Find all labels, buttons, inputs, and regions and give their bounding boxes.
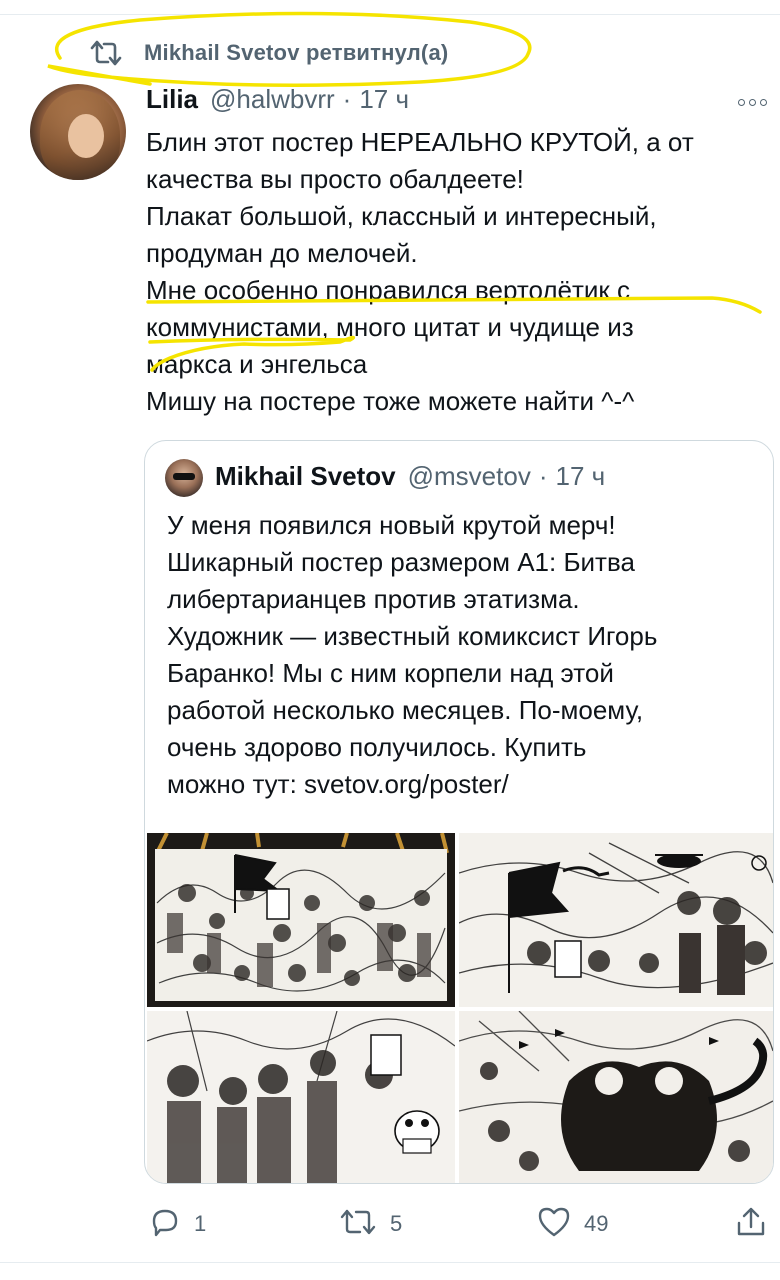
quoted-tweet[interactable]: Mikhail Svetov @msvetov · 17 ч У меня по… [144,440,774,1184]
separator: · [342,84,352,114]
poster-detail-monster[interactable] [459,1011,773,1183]
quote-line: Шикарный постер размером А1: Битва [167,547,635,577]
glasses-icon [173,473,195,480]
quote-line: Баранко! Мы с ним корпели над этой [167,658,614,688]
avatar-face [68,114,104,158]
quote-avatar[interactable] [165,459,203,497]
share-button[interactable] [734,1200,768,1248]
author-name[interactable]: Lilia [146,84,198,115]
media-grid [145,833,773,1183]
poster-detail-characters[interactable] [147,1011,455,1183]
retweet-label[interactable]: Mikhail Svetov ретвитнул(а) [144,40,448,66]
tweet-line: качества вы просто обалдеете! [146,164,524,194]
quote-line: очень здорово получилось. Купить [167,732,587,762]
reply-icon [148,1205,182,1244]
poster-detail-flag[interactable] [459,833,773,1007]
quote-time: 17 ч [555,461,606,491]
quote-line: Художник — известный комиксист Игорь [167,621,658,651]
retweet-button[interactable]: 5 [338,1200,402,1248]
retweet-context: Mikhail Svetov ретвитнул(а) [88,36,448,70]
like-count: 49 [584,1211,609,1236]
reply-count: 1 [194,1211,207,1236]
tweet-line: Мне особенно понравился вертолётик с [146,275,631,305]
poster-image-full[interactable] [147,833,455,1007]
tweet-line: Мишу на постере тоже можете найти ^-^ [146,386,635,416]
action-bar: 1 5 49 [0,1200,780,1248]
reply-button[interactable]: 1 [148,1200,206,1248]
tweet-time[interactable]: 17 ч [359,84,409,115]
tweet-line: Плакат большой, классный и интересный, [146,201,657,231]
tweet-line: Блин этот постер НЕРЕАЛЬНО КРУТОЙ, а от [146,127,694,157]
quote-author-name: Mikhail Svetov [215,461,396,491]
more-icon[interactable] [738,92,774,112]
tweet-line: маркса и энгельса [146,349,368,379]
heart-icon [536,1205,572,1244]
like-button[interactable]: 49 [536,1200,608,1248]
share-icon [734,1205,768,1244]
separator: · [538,461,548,491]
retweet-icon [338,1205,378,1244]
tweet-line: коммунистами, много цитат и чудище из [146,312,634,342]
quote-header: Mikhail Svetov @msvetov · 17 ч [215,461,605,492]
avatar[interactable] [30,84,126,180]
quote-line: работой несколько месяцев. По-моему, [167,695,644,725]
retweet-count: 5 [390,1211,403,1236]
quote-line: либертарианцев против этатизма. [167,584,580,614]
quote-line: У меня появился новый крутой мерч! [167,510,616,540]
retweet-icon [88,37,128,69]
top-divider [0,14,780,15]
tweet-header: Lilia @halwbvrr · 17 ч [146,84,409,118]
quote-line: можно тут: svetov.org/poster/ [167,769,509,799]
tweet-line: продуман до мелочей. [146,238,418,268]
quote-text: У меня появился новый крутой мерч! Шикар… [167,507,767,803]
quote-author-handle: @msvetov [407,461,531,491]
bottom-divider [0,1262,780,1263]
author-handle[interactable]: @halwbvrr [210,84,335,115]
tweet-text: Блин этот постер НЕРЕАЛЬНО КРУТОЙ, а от … [146,124,766,420]
